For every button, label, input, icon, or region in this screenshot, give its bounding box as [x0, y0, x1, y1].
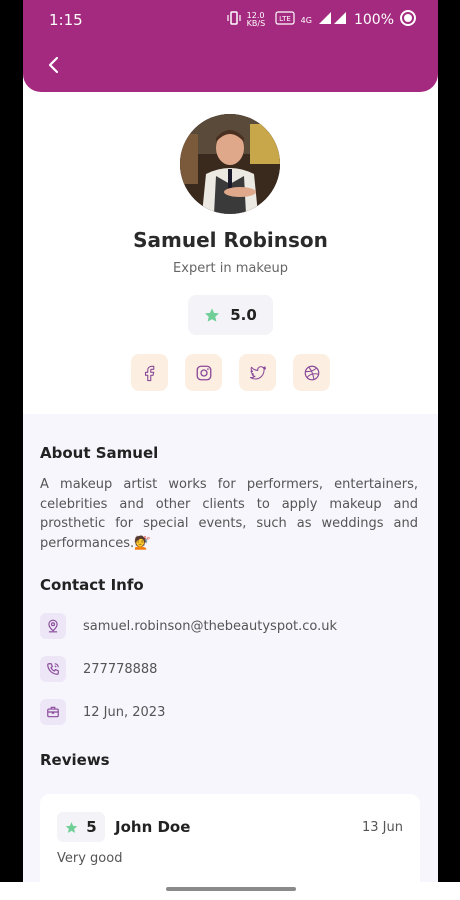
- vibrate-icon: [227, 11, 241, 29]
- contact-phone-row[interactable]: 277778888: [40, 656, 157, 682]
- profile-name: Samuel Robinson: [133, 228, 328, 252]
- dribbble-button[interactable]: [293, 354, 330, 391]
- network-type: 4G: [300, 15, 312, 25]
- battery-icon: [400, 10, 416, 30]
- social-links: [131, 354, 330, 391]
- app-header: 1:15 12.0 KB/S LTE 4G 100%: [23, 0, 438, 92]
- net-speed: 12.0 KB/S: [246, 11, 266, 28]
- rating-badge: 5.0: [188, 295, 273, 335]
- reviews-title: Reviews: [40, 751, 110, 769]
- dribbble-icon: [304, 365, 319, 380]
- back-button[interactable]: [39, 50, 69, 80]
- details-section: About Samuel A makeup artist works for p…: [23, 414, 438, 900]
- about-text: A makeup artist works for performers, en…: [40, 477, 418, 551]
- chevron-left-icon: [48, 56, 59, 74]
- home-indicator[interactable]: [166, 887, 296, 891]
- profile-subtitle: Expert in makeup: [173, 261, 288, 276]
- contact-email: samuel.robinson@thebeautyspot.co.uk: [83, 618, 338, 634]
- star-icon: [66, 821, 78, 833]
- navigation-bar: [0, 882, 460, 900]
- location-icon: [40, 613, 66, 639]
- svg-text:LTE: LTE: [279, 15, 291, 23]
- battery-level: 100%: [353, 12, 394, 28]
- status-bar: 1:15 12.0 KB/S LTE 4G 100%: [23, 0, 438, 40]
- profile-section: Samuel Robinson Expert in makeup 5.0: [23, 92, 438, 414]
- contact-email-row[interactable]: samuel.robinson@thebeautyspot.co.uk: [40, 613, 337, 639]
- about-title: About Samuel: [40, 444, 159, 462]
- review-date: 13 Jun: [362, 820, 403, 835]
- phone-icon: [40, 656, 66, 682]
- star-icon: [205, 308, 220, 322]
- twitter-icon: [249, 365, 266, 380]
- status-time: 1:15: [49, 11, 83, 29]
- facebook-icon: [144, 365, 154, 381]
- review-text: Very good: [57, 851, 123, 866]
- briefcase-icon: [40, 699, 66, 725]
- twitter-button[interactable]: [239, 354, 276, 391]
- contact-phone: 277778888: [83, 661, 158, 677]
- app-screen: 1:15 12.0 KB/S LTE 4G 100% Samuel Robins…: [23, 0, 438, 900]
- instagram-icon: [196, 365, 211, 380]
- rating-value: 5.0: [230, 306, 257, 324]
- contact-date-row: 12 Jun, 2023: [40, 699, 165, 725]
- contact-title: Contact Info: [40, 576, 144, 594]
- contact-date: 12 Jun, 2023: [83, 704, 166, 720]
- review-rating-badge: 5: [57, 812, 105, 842]
- facebook-button[interactable]: [131, 354, 168, 391]
- signal-icon: [318, 11, 348, 29]
- status-icons: 12.0 KB/S LTE 4G 100%: [227, 10, 416, 30]
- review-author: John Doe: [115, 818, 191, 836]
- avatar: [180, 114, 280, 214]
- review-rating: 5: [86, 818, 97, 836]
- instagram-button[interactable]: [185, 354, 222, 391]
- volte-icon: LTE: [275, 11, 295, 29]
